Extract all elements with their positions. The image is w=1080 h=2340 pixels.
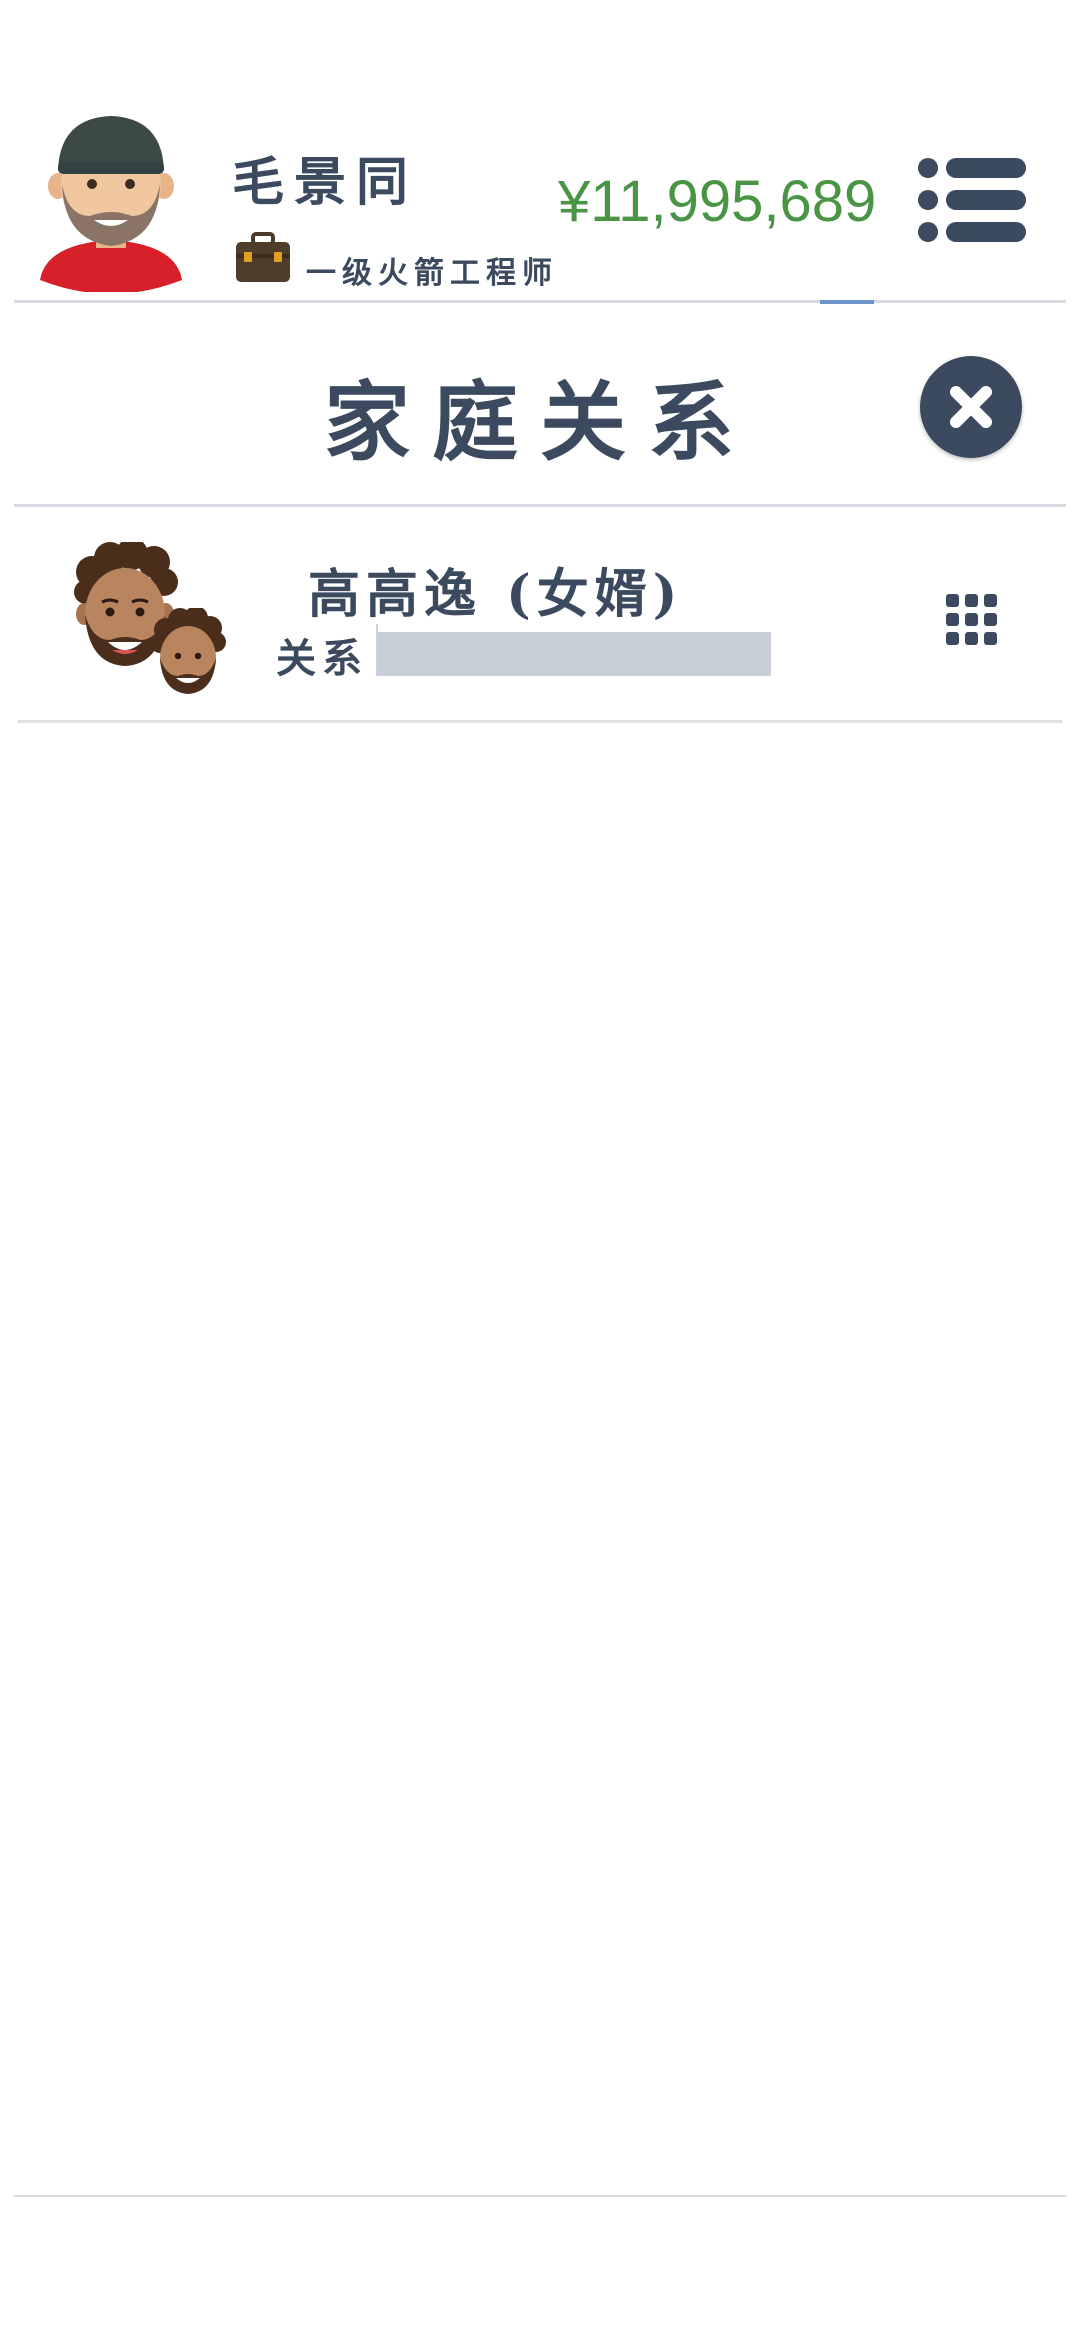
curly-haired-child-avatar-icon — [150, 606, 226, 694]
relation-label: 关系 — [276, 635, 368, 682]
row-divider — [18, 720, 1062, 723]
title-divider — [14, 504, 1066, 507]
relation-name: 高高逸 (女婿) — [308, 564, 684, 625]
relation-progress-bar — [376, 624, 810, 676]
close-x-icon — [950, 386, 992, 428]
player-name: 毛景同 — [232, 152, 419, 213]
close-button[interactable] — [920, 356, 1022, 458]
bearded-man-avatar-icon — [40, 116, 182, 294]
header-accent — [820, 300, 874, 304]
player-avatar[interactable] — [36, 112, 186, 294]
briefcase-icon — [234, 232, 292, 284]
relation-progress-fill — [378, 632, 772, 676]
menu-button[interactable] — [914, 156, 1026, 244]
grid-dots-icon[interactable] — [944, 592, 1000, 648]
bottom-divider — [14, 2195, 1066, 2197]
header-divider — [14, 300, 1066, 303]
panel-title: 家庭关系 — [324, 372, 756, 473]
job-title: 一级火箭工程师 — [306, 256, 558, 291]
money-balance: ¥11,995,689 — [558, 169, 877, 234]
menu-list-icon — [918, 158, 1026, 242]
relation-list-item[interactable]: 高高逸 (女婿) 关系 — [14, 508, 1066, 722]
